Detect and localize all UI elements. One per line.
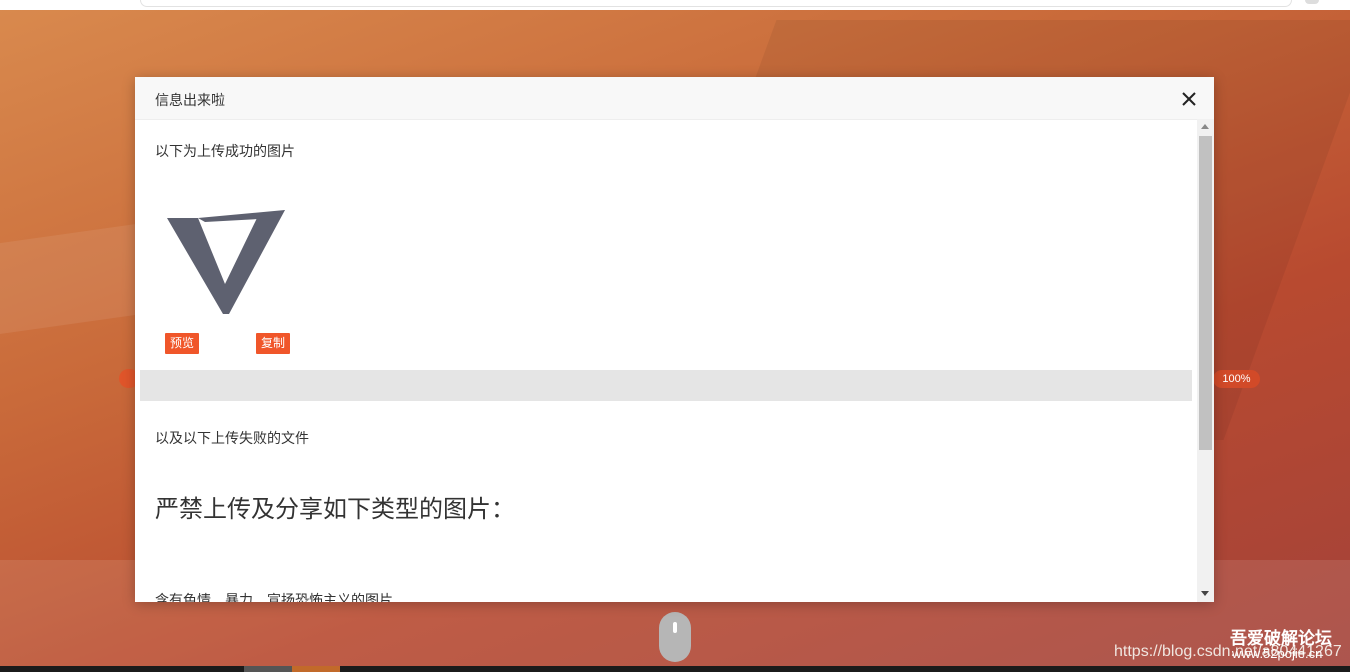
preview-button[interactable]: 预览 bbox=[165, 333, 200, 354]
watermark-site: www.52pojie.cn bbox=[1232, 646, 1323, 661]
bottom-bar-segment bbox=[244, 666, 292, 672]
rules-list-item: 含有色情、暴力、宣扬恐怖主义的图片 bbox=[155, 592, 393, 602]
mouse-scroll-icon bbox=[659, 612, 691, 662]
close-icon bbox=[1182, 92, 1196, 106]
bottom-bar-segment bbox=[292, 666, 340, 672]
success-heading: 以下为上传成功的图片 bbox=[155, 143, 295, 159]
uploaded-image-thumbnail[interactable] bbox=[165, 206, 289, 318]
search-input[interactable] bbox=[140, 0, 1292, 7]
scroll-up-arrow-icon[interactable] bbox=[1201, 124, 1209, 129]
section-divider bbox=[140, 370, 1192, 401]
failed-heading: 以及以下上传失败的文件 bbox=[155, 430, 309, 446]
close-button[interactable] bbox=[1179, 89, 1199, 109]
copy-button[interactable]: 复制 bbox=[256, 333, 291, 354]
progress-badge: 100% bbox=[1213, 370, 1260, 388]
bottom-bar bbox=[0, 666, 1350, 672]
top-search-bar bbox=[0, 0, 1350, 10]
modal-title: 信息出来啦 bbox=[155, 92, 225, 108]
modal-body: 以下为上传成功的图片 预览 复制 以及以下上传失败的文件 严禁上传及分享如下类型… bbox=[135, 119, 1197, 602]
top-button[interactable] bbox=[1305, 0, 1319, 4]
upload-result-modal: 信息出来啦 以下为上传成功的图片 预览 复制 以及以下上传失败的文件 严禁上传及… bbox=[135, 77, 1214, 602]
modal-scrollbar[interactable] bbox=[1197, 119, 1214, 602]
scroll-down-arrow-icon[interactable] bbox=[1201, 591, 1209, 596]
scrollbar-thumb[interactable] bbox=[1199, 136, 1212, 450]
rules-heading: 严禁上传及分享如下类型的图片： bbox=[155, 496, 515, 523]
modal-header: 信息出来啦 bbox=[135, 77, 1214, 120]
